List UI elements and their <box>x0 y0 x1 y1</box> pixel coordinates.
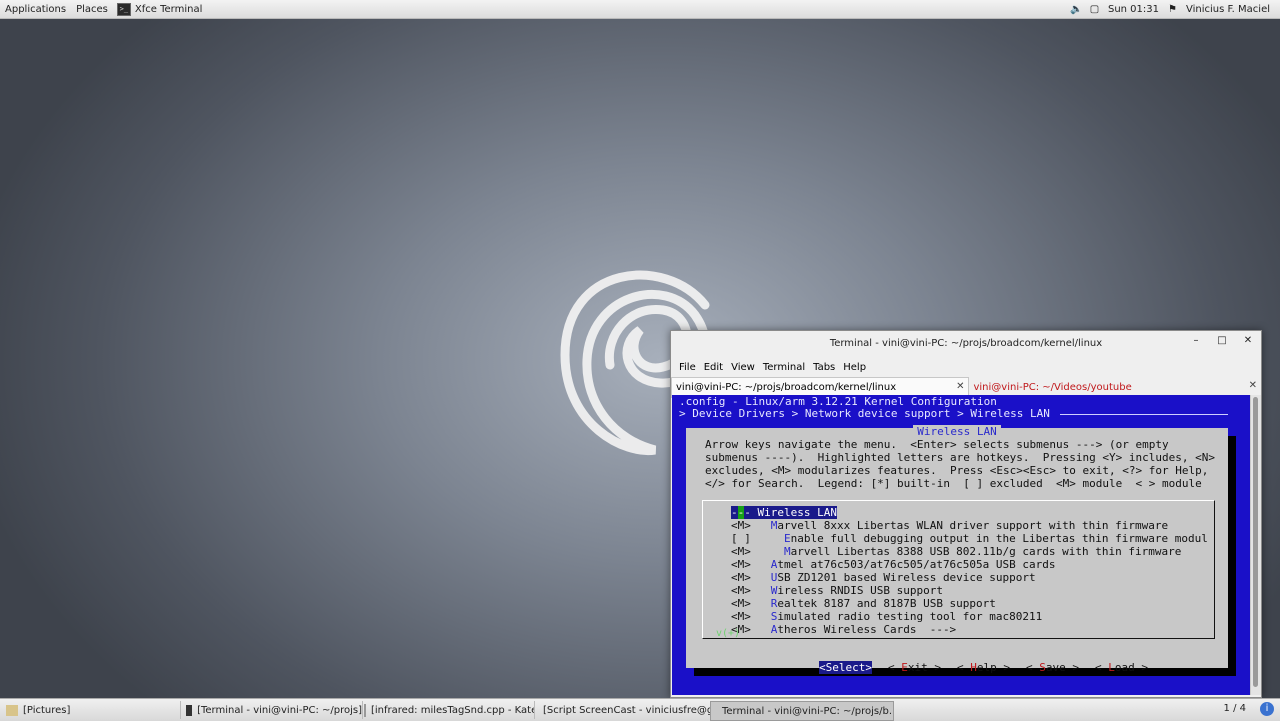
minimize-button[interactable]: – <box>1189 335 1203 346</box>
load-button[interactable]: < Load > <box>1095 661 1148 674</box>
task-terminal-active[interactable]: Terminal - vini@vini-PC: ~/projs/b... <box>710 701 894 721</box>
help-icon[interactable]: i <box>1260 702 1274 716</box>
dialog-title: Wireless LAN <box>686 425 1228 438</box>
menu-item-libertas-usb[interactable]: <M> Marvell Libertas 8388 USB 802.11b/g … <box>731 545 1181 558</box>
breadcrumb: > Device Drivers > Network device suppor… <box>679 407 1050 420</box>
close-button[interactable]: ✕ <box>1241 335 1255 346</box>
save-button[interactable]: < Save > <box>1026 661 1079 674</box>
user-menu[interactable]: Vinicius F. Maciel <box>1186 4 1270 15</box>
tab-label: vini@vini-PC: ~/Videos/youtube <box>973 381 1132 393</box>
help-line: </> for Search. Legend: [*] built-in [ ]… <box>705 477 1202 490</box>
menu-item-mac80211-hwsim[interactable]: <M> Simulated radio testing tool for mac… <box>731 610 1042 623</box>
task-label: [Script ScreenCast - viniciusfre@g... <box>543 704 713 716</box>
task-kate[interactable]: [infrared: milesTagSnd.cpp - Kate] <box>358 701 535 719</box>
button-row: <Select> < Exit > < Help > < Save > < Load > <box>686 648 1228 687</box>
tab-close-icon[interactable]: ✕ <box>956 381 964 392</box>
menu-view[interactable]: View <box>727 362 759 373</box>
menu-list: --- Wireless LAN <M> Marvell 8xxx Libert… <box>702 500 1215 639</box>
tab-close-icon[interactable]: ✕ <box>1249 380 1257 391</box>
kate-icon <box>364 703 366 717</box>
task-chrome[interactable]: [Script ScreenCast - viniciusfre@g... <box>532 701 713 719</box>
menu-terminal[interactable]: Terminal <box>759 362 809 373</box>
menu-item-zd1201[interactable]: <M> USB ZD1201 based Wireless device sup… <box>731 571 1036 584</box>
menu-item-atheros[interactable]: <M> Atheros Wireless Cards ---> <box>731 623 956 636</box>
menu-help[interactable]: Help <box>839 362 870 373</box>
task-terminal-projs[interactable]: [Terminal - vini@vini-PC: ~/projs] <box>180 701 363 719</box>
scrollbar-thumb[interactable] <box>1253 397 1258 687</box>
volume-icon[interactable]: 🔈 <box>1070 4 1082 15</box>
terminal-icon <box>186 704 193 716</box>
status-area: 🔈 ▢ Sun 01:31 ⚑ Vinicius F. Maciel <box>1070 4 1280 15</box>
top-panel: Applications Places >_ Xfce Terminal 🔈 ▢… <box>0 0 1280 19</box>
active-app-menu[interactable]: >_ Xfce Terminal <box>113 2 206 16</box>
terminal-content[interactable]: .config - Linux/arm 3.12.21 Kernel Confi… <box>672 395 1250 695</box>
clock[interactable]: Sun 01:31 <box>1108 4 1159 15</box>
menu-item-wireless-lan[interactable]: --- Wireless LAN <box>731 506 837 519</box>
breadcrumb-rule <box>1060 414 1228 415</box>
task-label: [infrared: milesTagSnd.cpp - Kate] <box>371 704 535 716</box>
task-label: Terminal - vini@vini-PC: ~/projs/b... <box>722 705 894 717</box>
menu-tabs[interactable]: Tabs <box>809 362 839 373</box>
help-line: excludes, <M> modularizes features. Pres… <box>705 464 1209 477</box>
places-menu[interactable]: Places <box>71 4 113 15</box>
active-app-label: Xfce Terminal <box>134 3 203 15</box>
select-button[interactable]: <Select> <box>819 661 872 674</box>
terminal-scrollbar[interactable] <box>1250 395 1261 695</box>
tab-kernel[interactable]: vini@vini-PC: ~/projs/broadcom/kernel/li… <box>671 377 970 397</box>
more-indicator: v(+) <box>716 628 741 639</box>
task-pictures[interactable]: [Pictures] <box>0 701 181 719</box>
workspace-pager[interactable]: 1 / 4 <box>1224 703 1246 714</box>
menu-item-libertas-debug[interactable]: [ ] Enable full debugging output in the … <box>731 532 1208 545</box>
folder-icon <box>6 704 18 716</box>
menu-edit[interactable]: Edit <box>700 362 727 373</box>
notification-icon[interactable]: ▢ <box>1089 4 1100 15</box>
menu-item-rndis[interactable]: <M> Wireless RNDIS USB support <box>731 584 943 597</box>
window-title: Terminal - vini@vini-PC: ~/projs/broadco… <box>829 337 1103 349</box>
user-icon: ⚑ <box>1168 3 1177 15</box>
menu-item-realtek[interactable]: <M> Realtek 8187 and 8187B USB support <box>731 597 996 610</box>
task-label: [Terminal - vini@vini-PC: ~/projs] <box>197 704 362 716</box>
help-line: submenus ----). Highlighted letters are … <box>705 451 1215 464</box>
tab-youtube[interactable]: vini@vini-PC: ~/Videos/youtube ✕ <box>969 377 1261 397</box>
applications-menu[interactable]: Applications <box>0 4 71 15</box>
menu-item-atmel[interactable]: <M> Atmel at76c503/at76c505/at76c505a US… <box>731 558 1056 571</box>
taskbar: [Pictures] [Terminal - vini@vini-PC: ~/p… <box>0 698 1280 721</box>
terminal-window: Terminal - vini@vini-PC: ~/projs/broadco… <box>670 330 1262 698</box>
terminal-icon: >_ <box>116 2 131 16</box>
task-label: [Pictures] <box>23 704 71 716</box>
exit-button[interactable]: < Exit > <box>888 661 941 674</box>
menuconfig-dialog: Wireless LAN Arrow keys navigate the men… <box>686 425 1228 674</box>
help-button[interactable]: < Help > <box>957 661 1010 674</box>
help-line: Arrow keys navigate the menu. <Enter> se… <box>705 438 1169 451</box>
maximize-button[interactable]: □ <box>1215 335 1229 346</box>
menu-file[interactable]: File <box>675 362 700 373</box>
window-menubar: File Edit View Terminal Tabs Help <box>671 357 1261 377</box>
menu-item-libertas-tf[interactable]: <M> Marvell 8xxx Libertas WLAN driver su… <box>731 519 1168 532</box>
window-titlebar[interactable]: Terminal - vini@vini-PC: ~/projs/broadco… <box>671 331 1261 355</box>
tab-label: vini@vini-PC: ~/projs/broadcom/kernel/li… <box>676 382 897 393</box>
